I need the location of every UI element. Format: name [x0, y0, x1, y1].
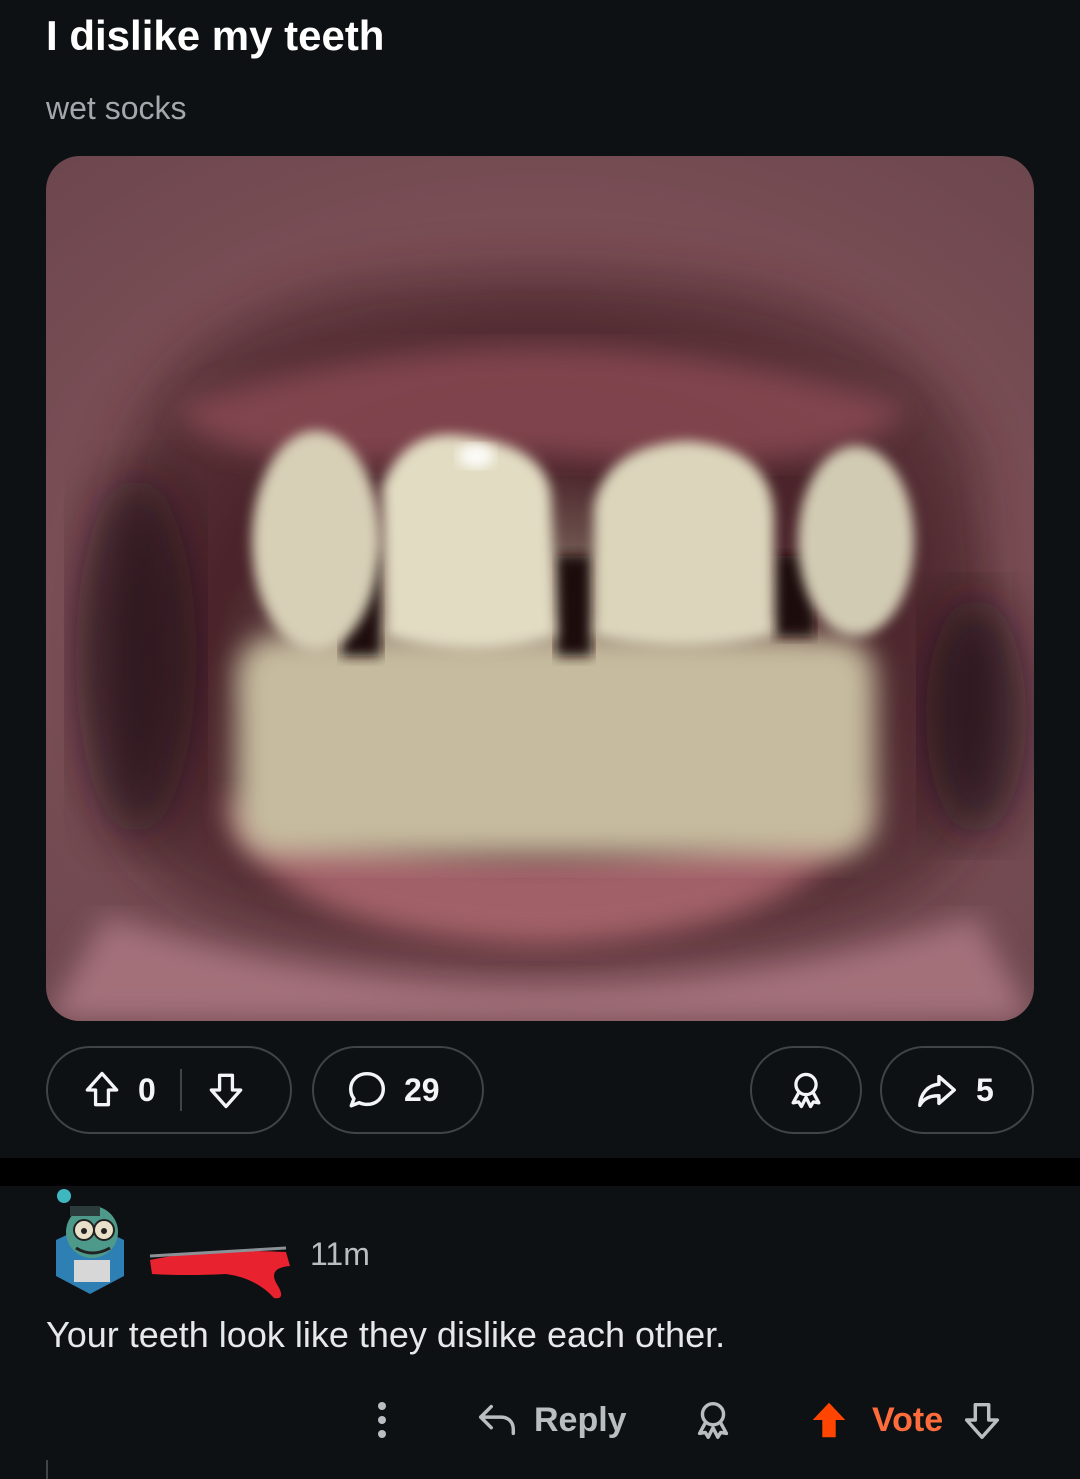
downvote-icon[interactable]: [959, 1397, 1005, 1443]
post-image[interactable]: [46, 156, 1034, 1021]
comment-time: 11m: [310, 1236, 370, 1272]
downvote-icon[interactable]: [204, 1068, 248, 1112]
comment-award-button[interactable]: [690, 1382, 736, 1458]
comment-vote-group: Vote: [806, 1382, 1005, 1458]
comments-button[interactable]: 29: [312, 1046, 484, 1134]
award-button[interactable]: [750, 1046, 862, 1134]
upvote-count: 0: [138, 1071, 156, 1108]
award-icon: [697, 1401, 729, 1439]
post-body: wet socks: [46, 90, 187, 126]
upvote-filled-icon[interactable]: [806, 1397, 852, 1443]
vote-label: Vote: [872, 1400, 944, 1439]
post-card: I dislike my teeth wet socks 0 29 5: [0, 0, 1080, 1158]
comment-count: 29: [404, 1071, 440, 1108]
avatar[interactable]: [52, 1188, 128, 1296]
redaction-mark: [149, 1246, 290, 1299]
reply-label: Reply: [534, 1400, 627, 1439]
reply-button[interactable]: Reply: [474, 1382, 627, 1458]
more-vertical-icon: [378, 1402, 386, 1438]
share-count: 5: [976, 1071, 994, 1108]
share-icon: [918, 1074, 956, 1108]
post-title: I dislike my teeth: [46, 12, 385, 59]
section-divider: [0, 1158, 1080, 1186]
comment-body: Your teeth look like they dislike each o…: [46, 1314, 726, 1355]
comment-item: 11m Your teeth look like they dislike ea…: [0, 1186, 1080, 1479]
thread-line: [46, 1460, 48, 1479]
comment-username[interactable]: [146, 1238, 294, 1299]
vote-separator: [179, 1069, 182, 1111]
more-options-button[interactable]: [362, 1382, 402, 1458]
award-icon: [791, 1072, 821, 1109]
post-vote-group: 0: [46, 1046, 292, 1134]
teeth-photo: [46, 271, 1034, 1021]
comment-icon: [348, 1071, 386, 1108]
upvote-icon[interactable]: [80, 1068, 124, 1112]
avatar-image: [56, 1189, 124, 1294]
share-button[interactable]: 5: [880, 1046, 1034, 1134]
reply-icon: [478, 1404, 516, 1436]
